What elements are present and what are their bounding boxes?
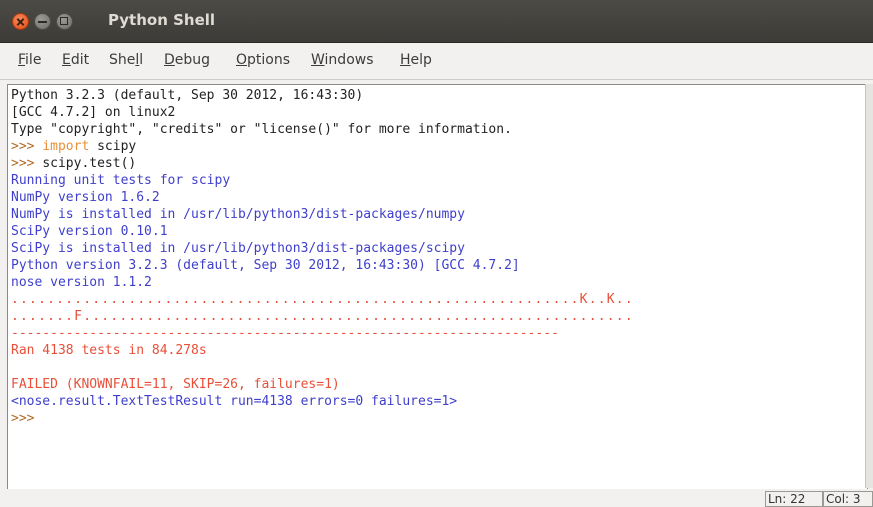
menu-label: ile [25, 52, 42, 68]
prompt-line: >>> [11, 411, 43, 426]
close-icon[interactable] [12, 13, 29, 30]
output-line: Running unit tests for scipy [11, 173, 231, 188]
menu-help[interactable]: Help [400, 52, 432, 68]
banner-line: Python 3.2.3 (default, Sep 30 2012, 16:4… [11, 88, 364, 103]
menu-label: elp [410, 52, 432, 68]
menu-mnemonic: E [62, 52, 71, 68]
error-line: ----------------------------------------… [11, 326, 559, 341]
error-line: ........................................… [11, 292, 634, 307]
minimize-icon[interactable] [34, 13, 51, 30]
output-line: nose version 1.1.2 [11, 275, 152, 290]
menu-mnemonic: W [311, 52, 325, 68]
menu-windows[interactable]: Windows [311, 52, 374, 68]
output-line: NumPy is installed in /usr/lib/python3/d… [11, 207, 465, 222]
menu-debug[interactable]: Debug [164, 52, 210, 68]
input-line: >>> scipy.test() [11, 156, 137, 171]
error-line: .......F................................… [11, 309, 634, 324]
menu-label: indows [324, 52, 374, 68]
menu-label: ptions [247, 52, 291, 68]
window-title: Python Shell [108, 11, 216, 29]
error-line: Ran 4138 tests in 84.278s [11, 343, 207, 358]
output-line: NumPy version 1.6.2 [11, 190, 160, 205]
menu-mnemonic: D [164, 52, 175, 68]
menu-mnemonic: H [400, 52, 411, 68]
line-number: Ln: 22 [765, 491, 823, 507]
menu-options[interactable]: Options [236, 52, 290, 68]
banner-line: Type "copyright", "credits" or "license(… [11, 122, 512, 137]
input-line: >>> import scipy [11, 139, 137, 154]
shell-text-area[interactable]: Python 3.2.3 (default, Sep 30 2012, 16:4… [7, 84, 868, 490]
menu-bar: File Edit Shell Debug Options Windows He… [0, 43, 873, 80]
menu-label: She [109, 52, 136, 68]
banner-line: [GCC 4.7.2] on linux2 [11, 105, 176, 120]
output-line: Python version 3.2.3 (default, Sep 30 20… [11, 258, 520, 273]
maximize-icon[interactable] [56, 13, 73, 30]
title-bar[interactable]: Python Shell [0, 0, 873, 43]
menu-label: dit [70, 52, 90, 68]
menu-mnemonic: O [236, 52, 248, 68]
menu-file[interactable]: File [18, 52, 41, 68]
output-line: SciPy version 0.10.1 [11, 224, 168, 239]
menu-label: l [139, 52, 144, 68]
menu-edit[interactable]: Edit [62, 52, 89, 68]
vertical-scrollbar[interactable] [865, 84, 873, 488]
menu-label: ebug [174, 52, 211, 68]
error-line: FAILED (KNOWNFAIL=11, SKIP=26, failures=… [11, 377, 340, 392]
column-number: Col: 3 [823, 491, 873, 507]
menu-shell[interactable]: Shell [109, 52, 143, 68]
output-line: SciPy is installed in /usr/lib/python3/d… [11, 241, 465, 256]
menu-mnemonic: F [18, 52, 26, 68]
status-bar: Ln: 22 Col: 3 [0, 489, 873, 507]
output-line: <nose.result.TextTestResult run=4138 err… [11, 394, 458, 409]
